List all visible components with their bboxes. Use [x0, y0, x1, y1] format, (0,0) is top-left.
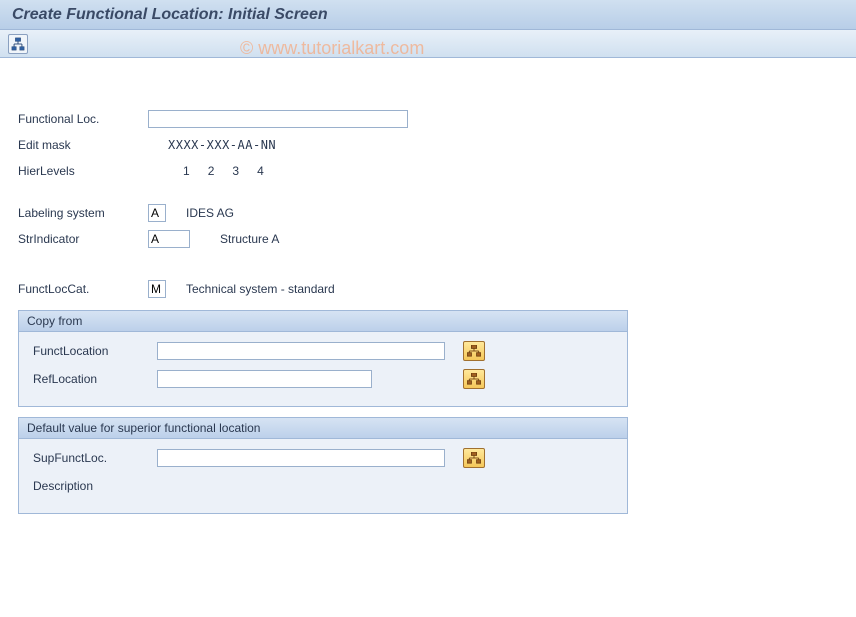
- structure-icon: [11, 37, 25, 51]
- labeling-text: IDES AG: [186, 206, 234, 220]
- description-label: Description: [29, 479, 157, 493]
- hierlevel-4: 4: [257, 164, 264, 178]
- copy-refloc-hierarchy-button[interactable]: [463, 369, 485, 389]
- supfuncloc-input[interactable]: [157, 449, 445, 467]
- hierlevel-2: 2: [208, 164, 215, 178]
- strind-text: Structure A: [220, 232, 279, 246]
- supfuncloc-label: SupFunctLoc.: [29, 451, 157, 465]
- funcloccat-label: FunctLocCat.: [18, 282, 148, 296]
- default-value-header: Default value for superior functional lo…: [19, 418, 627, 439]
- supfuncloc-hierarchy-button[interactable]: [463, 448, 485, 468]
- copy-funcloc-label: FunctLocation: [29, 344, 157, 358]
- hierarchy-icon: [467, 373, 481, 385]
- copy-refloc-label: RefLocation: [29, 372, 157, 386]
- funcloc-input[interactable]: [148, 110, 408, 128]
- copy-funcloc-input[interactable]: [157, 342, 445, 360]
- funcloccat-input[interactable]: [148, 280, 166, 298]
- editmask-value: XXXX-XXX-AA-NN: [168, 138, 276, 152]
- title-bar: Create Functional Location: Initial Scre…: [0, 0, 856, 30]
- copy-funcloc-hierarchy-button[interactable]: [463, 341, 485, 361]
- copy-from-header: Copy from: [19, 311, 627, 332]
- hierlevels-values: 1 2 3 4: [183, 164, 264, 178]
- hierlevel-1: 1: [183, 164, 190, 178]
- main-content: Functional Loc. Edit mask XXXX-XXX-AA-NN…: [0, 58, 856, 524]
- copy-refloc-input[interactable]: [157, 370, 372, 388]
- copy-from-group: Copy from FunctLocation: [18, 310, 628, 407]
- page-title: Create Functional Location: Initial Scre…: [12, 6, 328, 24]
- hierarchy-icon: [467, 452, 481, 464]
- default-value-group: Default value for superior functional lo…: [18, 417, 628, 514]
- toolbar: [0, 30, 856, 58]
- labeling-label: Labeling system: [18, 206, 148, 220]
- hierlevels-label: HierLevels: [18, 164, 148, 178]
- strind-input[interactable]: [148, 230, 190, 248]
- funcloccat-text: Technical system - standard: [186, 282, 335, 296]
- strind-label: StrIndicator: [18, 232, 148, 246]
- funcloc-label: Functional Loc.: [18, 112, 148, 126]
- labeling-input[interactable]: [148, 204, 166, 222]
- structure-toolbar-button[interactable]: [8, 34, 28, 54]
- editmask-label: Edit mask: [18, 138, 148, 152]
- hierarchy-icon: [467, 345, 481, 357]
- hierlevel-3: 3: [232, 164, 239, 178]
